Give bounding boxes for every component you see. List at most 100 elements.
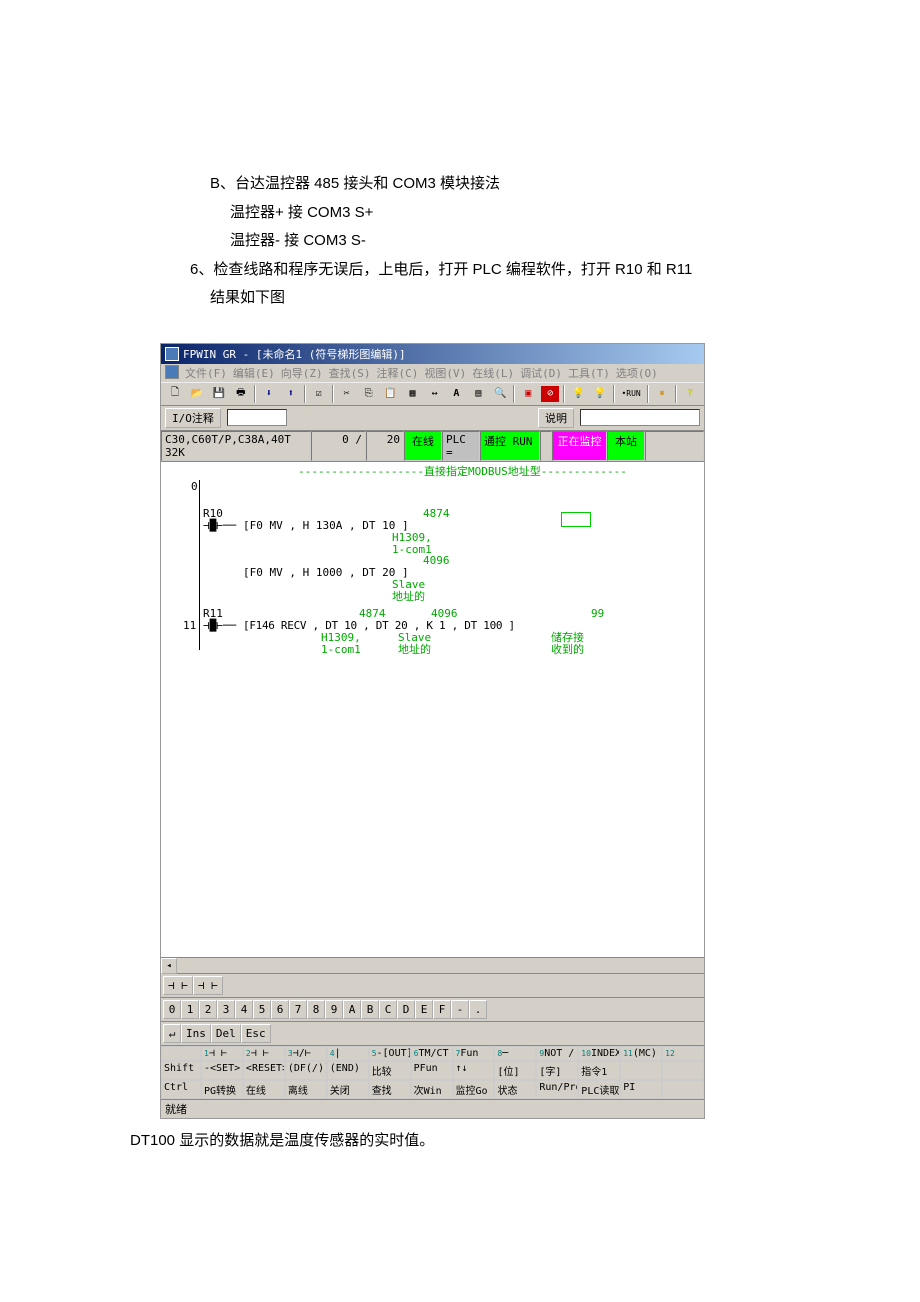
swap-icon[interactable]: ↔ [424, 385, 444, 403]
sf6[interactable]: PFun [411, 1061, 453, 1080]
horizontal-scrollbar[interactable]: ◂ [161, 957, 704, 973]
sf3[interactable]: (DF(/)) [285, 1061, 327, 1080]
titlebar[interactable]: FPWIN GR - [未命名1 (符号梯形图编辑)] [161, 344, 704, 364]
key-ins[interactable]: Ins [181, 1024, 211, 1043]
cut-icon[interactable]: ✂ [337, 385, 357, 403]
light-off-icon[interactable]: 💡 [590, 385, 610, 403]
key-e[interactable]: E [415, 1000, 433, 1019]
sf4[interactable]: (END) [327, 1061, 369, 1080]
sf5[interactable]: 比较 [369, 1061, 411, 1080]
key-8[interactable]: 8 [307, 1000, 325, 1019]
cf6[interactable]: 次Win [411, 1080, 453, 1099]
menu-wizard[interactable]: 向导(Z) [281, 365, 323, 381]
sf2[interactable]: <RESET> [243, 1061, 285, 1080]
stop-icon[interactable]: ⊘ [540, 385, 560, 403]
sf8[interactable]: [位] [494, 1061, 536, 1080]
copy-icon[interactable]: ⎘ [359, 385, 379, 403]
menu-comment[interactable]: 注释(C) [377, 365, 419, 381]
key-b[interactable]: B [361, 1000, 379, 1019]
find-icon[interactable]: 🔍 [490, 385, 510, 403]
key-6[interactable]: 6 [271, 1000, 289, 1019]
key-esc[interactable]: Esc [241, 1024, 271, 1043]
cf1[interactable]: PG转换 [201, 1080, 243, 1099]
help-icon[interactable]: ? [680, 385, 700, 403]
key-4[interactable]: 4 [235, 1000, 253, 1019]
menu-option[interactable]: 选项(O) [616, 365, 658, 381]
key-3[interactable]: 3 [217, 1000, 235, 1019]
monitor-icon[interactable]: ▣ [518, 385, 538, 403]
f6[interactable]: 6TM/CT [411, 1046, 453, 1061]
f8[interactable]: 8─ [494, 1046, 536, 1061]
f1[interactable]: 1⊣ ⊢ [201, 1046, 243, 1061]
cf7[interactable]: 监控Go [453, 1080, 495, 1099]
io-comment-field[interactable] [227, 409, 287, 426]
sf10[interactable]: 指令1 [578, 1061, 620, 1080]
cf12[interactable] [662, 1080, 704, 1099]
tool-no-contact[interactable]: ⊣ ⊢ [163, 976, 193, 995]
save-icon[interactable]: 💾 [209, 385, 229, 403]
key-7[interactable]: 7 [289, 1000, 307, 1019]
desc-button[interactable]: 说明 [538, 408, 574, 428]
sf7[interactable]: ↑↓ [453, 1061, 495, 1080]
scroll-left-icon[interactable]: ◂ [161, 958, 177, 974]
io-comment-button[interactable]: I/O注释 [165, 408, 221, 428]
menu-online[interactable]: 在线(L) [472, 365, 514, 381]
key-c[interactable]: C [379, 1000, 397, 1019]
sf9[interactable]: [字] [536, 1061, 578, 1080]
menu-file[interactable]: 文件(F) [185, 365, 227, 381]
upload-icon[interactable]: ⬆ [281, 385, 301, 403]
cf9[interactable]: Run/Prog [536, 1080, 578, 1099]
key-del[interactable]: Del [211, 1024, 241, 1043]
paste-icon[interactable]: 📋 [381, 385, 401, 403]
grid-icon[interactable]: ▦ [403, 385, 423, 403]
text-a-icon[interactable]: A [446, 385, 466, 403]
list-icon[interactable]: ▤ [468, 385, 488, 403]
sf12[interactable] [662, 1061, 704, 1080]
download-icon[interactable]: ⬇ [259, 385, 279, 403]
f5[interactable]: 5-[OUT] [369, 1046, 411, 1061]
tool-nc-contact[interactable]: ⊣ ⊢ [193, 976, 223, 995]
f2[interactable]: 2⊣ ⊢ [243, 1046, 285, 1061]
key-5[interactable]: 5 [253, 1000, 271, 1019]
f11[interactable]: 11(MC) [620, 1046, 662, 1061]
f4[interactable]: 4| [327, 1046, 369, 1061]
menu-view[interactable]: 视图(V) [424, 365, 466, 381]
key-dot[interactable]: . [469, 1000, 487, 1019]
sf1[interactable]: -<SET> [201, 1061, 243, 1080]
cf4[interactable]: 关闭 [327, 1080, 369, 1099]
cf5[interactable]: 查找 [369, 1080, 411, 1099]
ladder-editor[interactable]: -------------------直接指定MODBUS地址型--------… [161, 462, 704, 957]
sf11[interactable] [620, 1061, 662, 1080]
cf2[interactable]: 在线 [243, 1080, 285, 1099]
f12[interactable]: 12 [662, 1046, 704, 1061]
cf3[interactable]: 离线 [285, 1080, 327, 1099]
pause-icon[interactable]: ⏸ [652, 385, 672, 403]
key-1[interactable]: 1 [181, 1000, 199, 1019]
new-icon[interactable]: 🗋 [165, 385, 185, 403]
run-icon[interactable]: •RUN [618, 385, 644, 403]
cf11[interactable]: PI [620, 1080, 662, 1099]
key-minus[interactable]: - [451, 1000, 469, 1019]
key-enter[interactable]: ↵ [163, 1024, 181, 1043]
menu-tools[interactable]: 工具(T) [568, 365, 610, 381]
key-0[interactable]: 0 [163, 1000, 181, 1019]
key-d[interactable]: D [397, 1000, 415, 1019]
key-a[interactable]: A [343, 1000, 361, 1019]
desc-field[interactable] [580, 409, 700, 426]
menu-find[interactable]: 查找(S) [329, 365, 371, 381]
menu-debug[interactable]: 调试(D) [520, 365, 562, 381]
f3[interactable]: 3⊣/⊢ [285, 1046, 327, 1061]
cf8[interactable]: 状态 [494, 1080, 536, 1099]
open-icon[interactable]: 📂 [187, 385, 207, 403]
key-f[interactable]: F [433, 1000, 451, 1019]
verify-icon[interactable]: ☑ [309, 385, 329, 403]
f7[interactable]: 7Fun [453, 1046, 495, 1061]
key-9[interactable]: 9 [325, 1000, 343, 1019]
light-on-icon[interactable]: 💡 [568, 385, 588, 403]
f9[interactable]: 9NOT / [536, 1046, 578, 1061]
cf10[interactable]: PLC读取 [578, 1080, 620, 1099]
print-icon[interactable]: 🖶 [231, 385, 251, 403]
key-2[interactable]: 2 [199, 1000, 217, 1019]
f10[interactable]: 10INDEX [578, 1046, 620, 1061]
menu-edit[interactable]: 编辑(E) [233, 365, 275, 381]
